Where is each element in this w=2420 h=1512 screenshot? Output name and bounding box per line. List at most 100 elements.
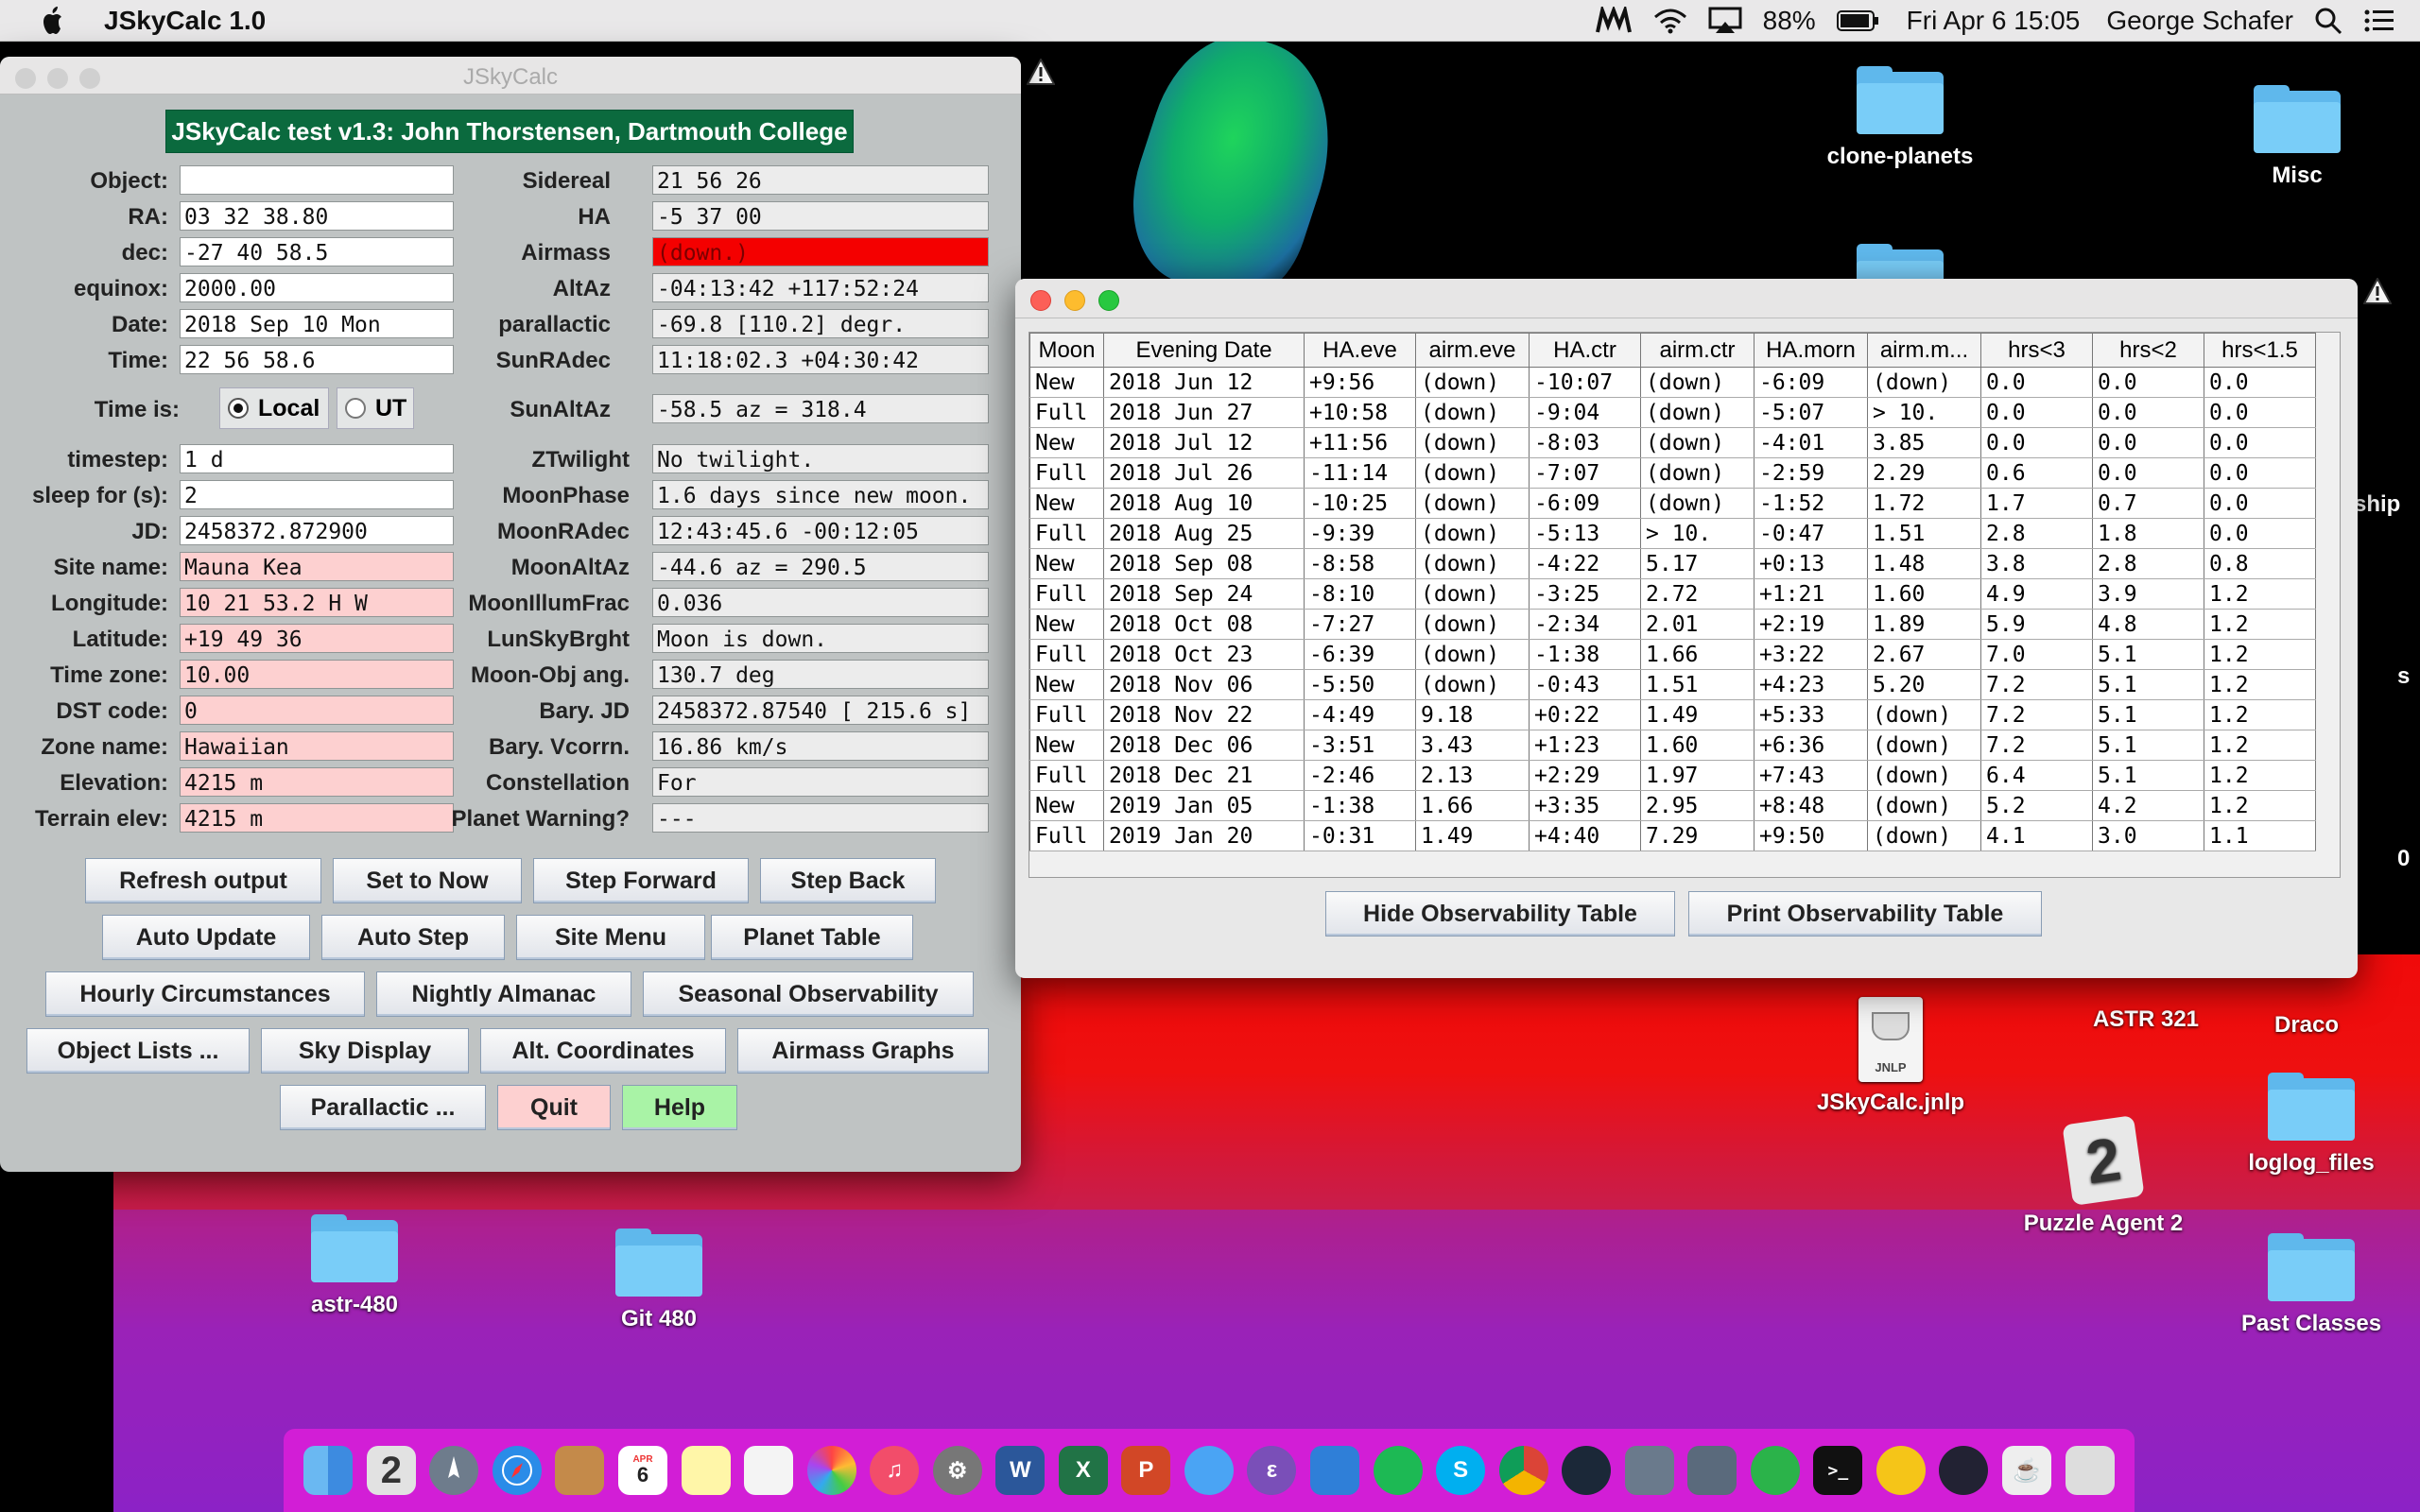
- chrome-icon[interactable]: [1498, 1446, 1548, 1495]
- minimize-button[interactable]: [1064, 290, 1085, 311]
- local-radio[interactable]: Local: [219, 387, 329, 429]
- desktop-app-puzzle-agent[interactable]: 2 Puzzle Agent 2: [2009, 1115, 2198, 1237]
- input-field[interactable]: 4215 m: [180, 767, 454, 797]
- input-field[interactable]: [180, 165, 454, 195]
- print-observability-table-button[interactable]: Print Observability Table: [1688, 891, 2042, 936]
- column-header[interactable]: airm.m...: [1867, 333, 1981, 368]
- trash-icon[interactable]: [2065, 1446, 2115, 1495]
- powerpoint-icon[interactable]: P: [1121, 1446, 1171, 1495]
- puzzle-agent-dock-icon[interactable]: 2: [366, 1446, 416, 1495]
- input-field[interactable]: 1 d: [180, 444, 454, 473]
- sun-app-icon[interactable]: [1876, 1446, 1926, 1495]
- column-header[interactable]: HA.ctr: [1529, 333, 1641, 368]
- window-titlebar[interactable]: [1015, 279, 2358, 318]
- table-row[interactable]: New 2018 Nov 06 -5:50 (down) -0:43 1.51 +4:23 5…: [1029, 669, 2316, 700]
- quit-button[interactable]: Quit: [497, 1085, 611, 1130]
- input-field[interactable]: 2000.00: [180, 273, 454, 302]
- notification-center-icon[interactable]: [2363, 8, 2395, 34]
- input-field[interactable]: 2018 Sep 10 Mon: [180, 309, 454, 338]
- word-icon[interactable]: W: [995, 1446, 1046, 1495]
- set-to-now-button[interactable]: Set to Now: [333, 858, 522, 903]
- telescope-app-icon[interactable]: [1939, 1446, 1989, 1495]
- window-titlebar[interactable]: JSkyCalc: [0, 57, 1021, 94]
- table-row[interactable]: New 2018 Jul 12 +11:56 (down) -8:03 (down) -4:…: [1029, 427, 2316, 458]
- desktop-folder-clone-planets[interactable]: clone-planets: [1806, 66, 1995, 170]
- input-field[interactable]: Mauna Kea: [180, 552, 454, 581]
- virtualbox-icon[interactable]: [1624, 1446, 1674, 1495]
- sync-icon[interactable]: [1750, 1446, 1800, 1495]
- column-header[interactable]: Moon: [1029, 333, 1104, 368]
- observability-table-scroll[interactable]: Moon Evening Date HA.eve airm.eve HA.ctr airm…: [1028, 332, 2341, 878]
- calendar-icon[interactable]: APR 6: [618, 1446, 667, 1495]
- seasonal-observability-button[interactable]: Seasonal Observability: [643, 971, 974, 1017]
- launchpad-icon[interactable]: [429, 1446, 479, 1495]
- table-row[interactable]: Full 2018 Jun 27 +10:58 (down) -9:04 (down) -5…: [1029, 397, 2316, 428]
- apple-icon[interactable]: [36, 4, 70, 38]
- java-icon[interactable]: ☕: [2002, 1446, 2052, 1495]
- desktop-folder-astr480[interactable]: astr-480: [260, 1214, 449, 1318]
- planet-table-button[interactable]: Planet Table: [711, 915, 913, 960]
- steam-icon[interactable]: [1562, 1446, 1612, 1495]
- spotify-icon[interactable]: [1373, 1446, 1423, 1495]
- system-preferences-icon[interactable]: ⚙: [932, 1446, 982, 1495]
- column-header[interactable]: airm.ctr: [1640, 333, 1754, 368]
- desktop-folder-misc[interactable]: Misc: [2203, 85, 2392, 189]
- table-row[interactable]: New 2019 Jan 05 -1:38 1.66 +3:35 2.95 +8:48 (do…: [1029, 790, 2316, 821]
- messages-icon[interactable]: [1184, 1446, 1234, 1495]
- step-back-button[interactable]: Step Back: [760, 858, 936, 903]
- clock[interactable]: Fri Apr 6 15:05: [1907, 6, 2081, 36]
- input-field[interactable]: 2458372.872900: [180, 516, 454, 545]
- object-lists-button[interactable]: Object Lists ...: [26, 1028, 250, 1074]
- input-field[interactable]: +19 49 36: [180, 624, 454, 653]
- desktop-folder-past-classes[interactable]: Past Classes: [2217, 1233, 2406, 1337]
- nightly-almanac-button[interactable]: Nightly Almanac: [376, 971, 631, 1017]
- desktop-folder-loglog[interactable]: loglog_files: [2217, 1073, 2406, 1177]
- column-header[interactable]: hrs<3: [1980, 333, 2093, 368]
- site-menu-button[interactable]: Site Menu: [516, 915, 705, 960]
- emacs-icon[interactable]: ε: [1247, 1446, 1297, 1495]
- input-field[interactable]: 4215 m: [180, 803, 454, 833]
- input-field[interactable]: 10 21 53.2 H W: [180, 588, 454, 617]
- input-field[interactable]: 10.00: [180, 660, 454, 689]
- input-field[interactable]: 0: [180, 696, 454, 725]
- safari-icon[interactable]: [492, 1446, 542, 1495]
- finder-icon[interactable]: [303, 1446, 354, 1495]
- table-row[interactable]: Full 2018 Oct 23 -6:39 (down) -1:38 1.66 +3:22…: [1029, 639, 2316, 670]
- table-row[interactable]: New 2018 Oct 08 -7:27 (down) -2:34 2.01 +2:19 1…: [1029, 609, 2316, 640]
- auto-step-button[interactable]: Auto Step: [321, 915, 505, 960]
- table-row[interactable]: Full 2018 Sep 24 -8:10 (down) -3:25 2.72 +1:21…: [1029, 578, 2316, 610]
- parallactic-button[interactable]: Parallactic ...: [280, 1085, 486, 1130]
- desktop-folder-draco[interactable]: Draco: [2212, 1012, 2401, 1039]
- table-row[interactable]: New 2018 Aug 10 -10:25 (down) -6:09 (down) -1:…: [1029, 488, 2316, 519]
- table-row[interactable]: New 2018 Sep 08 -8:58 (down) -4:22 5.17 +0:13 1…: [1029, 548, 2316, 579]
- sky-display-button[interactable]: Sky Display: [261, 1028, 469, 1074]
- excel-icon[interactable]: X: [1058, 1446, 1108, 1495]
- app-name-menu[interactable]: JSkyCalc 1.0: [104, 6, 266, 36]
- input-field[interactable]: 2: [180, 480, 454, 509]
- column-header[interactable]: Evening Date: [1103, 333, 1305, 368]
- terminal-icon[interactable]: >_: [1813, 1446, 1863, 1495]
- photos-icon[interactable]: [806, 1446, 856, 1495]
- column-header[interactable]: HA.eve: [1304, 333, 1416, 368]
- table-row[interactable]: Full 2019 Jan 20 -0:31 1.49 +4:40 7.29 +9:50 (d…: [1029, 820, 2316, 851]
- table-row[interactable]: Full 2018 Jul 26 -11:14 (down) -7:07 (down) -2…: [1029, 457, 2316, 489]
- airplay-icon[interactable]: [1708, 7, 1742, 35]
- table-row[interactable]: Full 2018 Aug 25 -9:39 (down) -5:13 > 10. -0:4…: [1029, 518, 2316, 549]
- itunes-icon[interactable]: ♫: [870, 1446, 920, 1495]
- input-field[interactable]: 22 56 58.6: [180, 345, 454, 374]
- step-forward-button[interactable]: Step Forward: [533, 858, 749, 903]
- spotlight-search-icon[interactable]: [2314, 7, 2342, 35]
- notes-icon[interactable]: [681, 1446, 731, 1495]
- column-header[interactable]: hrs<1.5: [2204, 333, 2316, 368]
- table-row[interactable]: Full 2018 Nov 22 -4:49 9.18 +0:22 1.49 +5:33 (d…: [1029, 699, 2316, 730]
- input-field[interactable]: -27 40 58.5: [180, 237, 454, 266]
- virtualbox-vm-icon[interactable]: [1687, 1446, 1737, 1495]
- wifi-icon[interactable]: [1653, 8, 1687, 34]
- airmass-graphs-button[interactable]: Airmass Graphs: [737, 1028, 989, 1074]
- desktop-file-jskycalc-jnlp[interactable]: JNLP JSkyCalc.jnlp: [1796, 997, 1985, 1116]
- help-button[interactable]: Help: [622, 1085, 737, 1130]
- table-row[interactable]: Full 2018 Dec 21 -2:46 2.13 +2:29 1.97 +7:43 (d…: [1029, 760, 2316, 791]
- refresh-output-button[interactable]: Refresh output: [85, 858, 321, 903]
- auto-update-button[interactable]: Auto Update: [102, 915, 310, 960]
- menu-extra-icon[interactable]: [1595, 7, 1633, 35]
